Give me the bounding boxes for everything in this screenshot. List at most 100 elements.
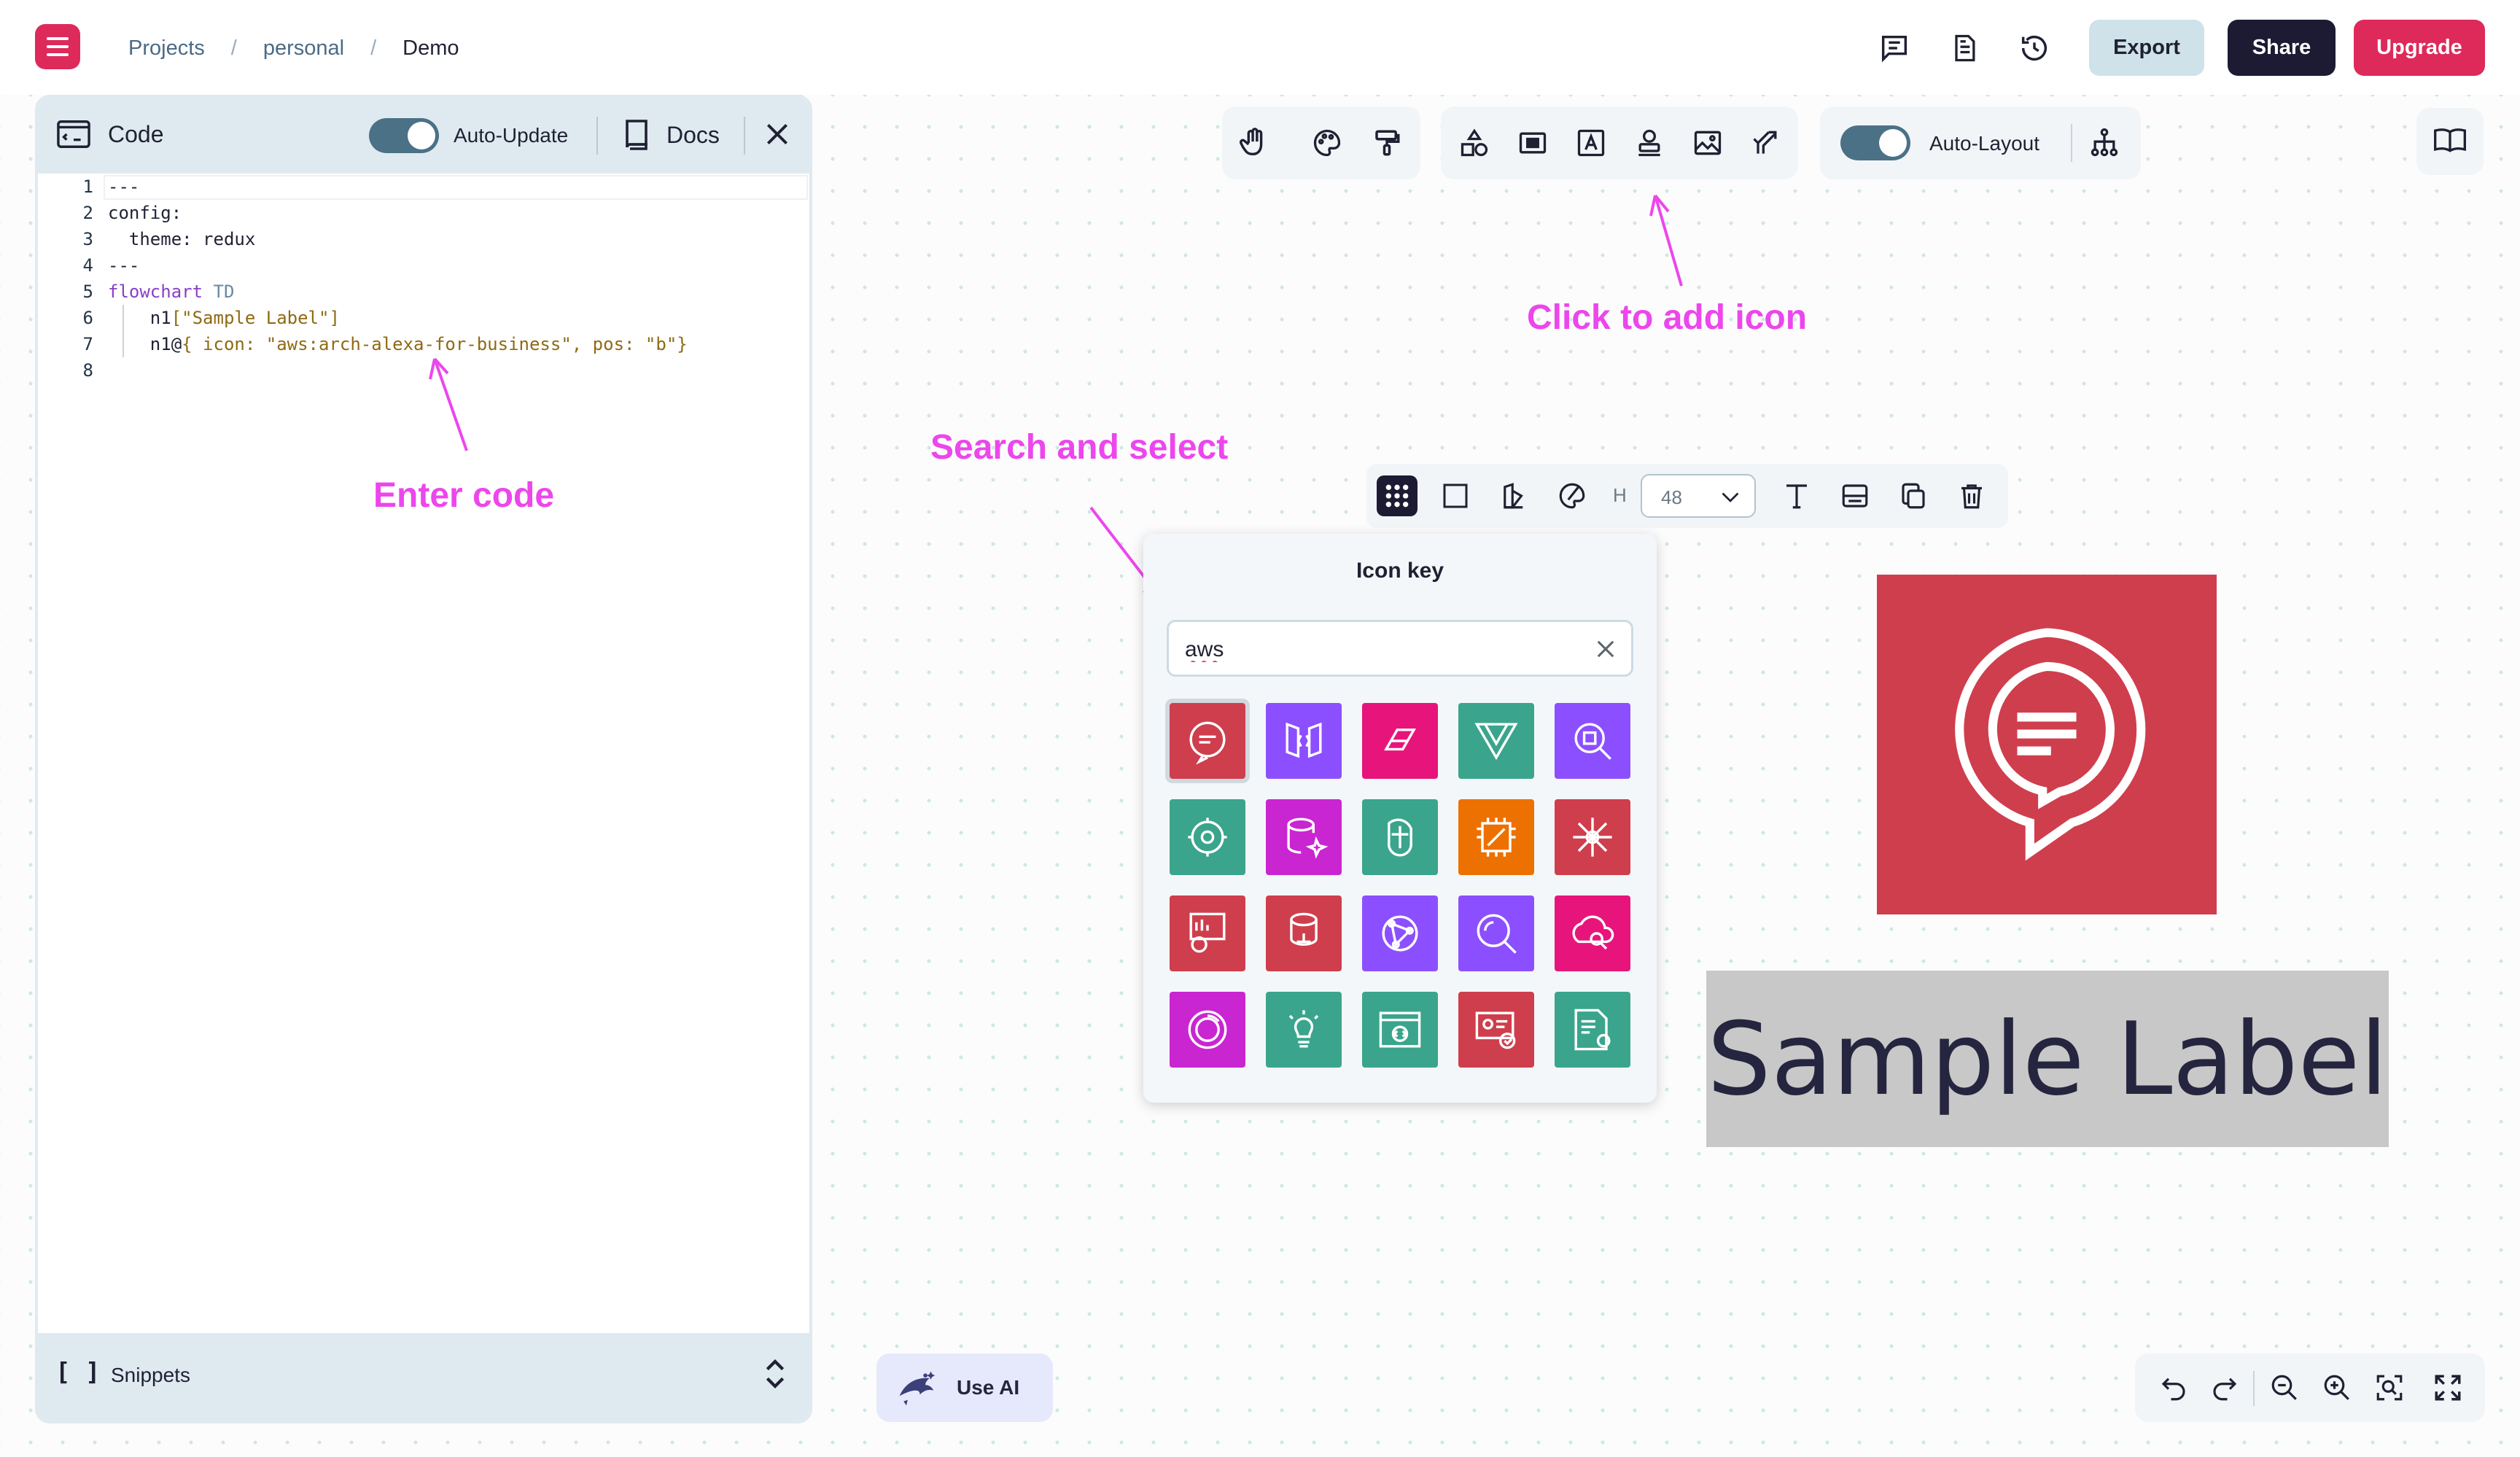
hierarchy-icon[interactable]	[2085, 124, 2123, 162]
lightbulb-icon[interactable]	[1266, 992, 1342, 1068]
copy-icon[interactable]	[1893, 475, 1934, 516]
ring-icon[interactable]	[1170, 992, 1245, 1068]
app-search-icon[interactable]	[1555, 703, 1630, 779]
upgrade-button[interactable]: Upgrade	[2354, 20, 2485, 76]
export-button[interactable]: Export	[2089, 20, 2204, 76]
connector-icon[interactable]	[1747, 124, 1785, 162]
document-bulb-icon[interactable]	[1555, 992, 1630, 1068]
alexa-for-business-icon	[1955, 628, 2146, 861]
app-mesh-icon[interactable]	[1458, 703, 1534, 779]
cloud-search-icon[interactable]	[1555, 895, 1630, 971]
icon-grid-icon[interactable]	[1377, 475, 1418, 516]
auto-update-toggle[interactable]	[369, 118, 439, 153]
add-icon-icon[interactable]	[1630, 124, 1668, 162]
annotation-click-to-add-icon: Click to add icon	[1527, 298, 1808, 337]
auto-layout-label: Auto-Layout	[1929, 132, 2039, 155]
fit-view-icon[interactable]	[2371, 1369, 2408, 1406]
app-flow-icon[interactable]	[1362, 703, 1438, 779]
node-icon[interactable]	[1877, 575, 2217, 914]
label-position-icon[interactable]	[1835, 475, 1875, 516]
code-icon	[57, 120, 90, 152]
main-menu-button[interactable]	[35, 24, 80, 69]
ai-brain-icon[interactable]	[1362, 799, 1438, 875]
code-line: 3 theme: redux	[82, 229, 256, 249]
text-icon[interactable]	[1776, 475, 1817, 516]
icon-key-popup: Icon key	[1143, 534, 1657, 1103]
expand-collapse-icon[interactable]	[763, 1355, 788, 1396]
trash-icon[interactable]	[1951, 475, 1992, 516]
history-icon[interactable]	[2014, 28, 2055, 69]
breadcrumb-separator: /	[370, 36, 377, 60]
fill-style-icon[interactable]	[1493, 475, 1534, 516]
annotation-enter-code: Enter code	[373, 476, 555, 515]
chart-brain-icon[interactable]	[1170, 895, 1245, 971]
burst-icon[interactable]	[1555, 799, 1630, 875]
redo-icon[interactable]	[2206, 1369, 2243, 1406]
use-ai-label: Use AI	[957, 1376, 1020, 1399]
zoom-out-icon[interactable]	[2266, 1369, 2303, 1406]
icon-search-box	[1167, 620, 1633, 677]
format-painter-icon[interactable]	[1368, 124, 1406, 162]
chip-icon[interactable]	[1458, 799, 1534, 875]
square-shape-icon[interactable]	[1435, 475, 1476, 516]
shapes-icon[interactable]	[1455, 124, 1493, 162]
library-book-button[interactable]	[2416, 108, 2484, 175]
code-line: 5 flowchart TD	[82, 281, 235, 302]
annotation-search-and-select: Search and select	[930, 428, 1229, 467]
code-line: 2 config:	[82, 203, 182, 223]
brackets-icon: [ ]	[55, 1358, 101, 1387]
toolbar-group-view	[1222, 106, 1420, 179]
icon-key-title: Icon key	[1356, 559, 1444, 583]
chevron-down-icon	[1719, 487, 1741, 510]
height-label: H	[1613, 484, 1627, 506]
use-ai-button[interactable]: Use AI	[876, 1353, 1053, 1422]
database-sparkle-icon[interactable]	[1266, 799, 1342, 875]
palette-brush-icon[interactable]	[1552, 475, 1592, 516]
palette-icon[interactable]	[1308, 124, 1346, 162]
breadcrumb-separator: /	[230, 36, 237, 60]
code-line: 7 n1@{ icon: "aws:arch-alexa-for-busines…	[82, 334, 688, 354]
snippets-bar[interactable]: [ ] Snippets	[38, 1333, 809, 1421]
zoom-in-icon[interactable]	[2319, 1369, 2355, 1406]
height-select[interactable]: 48	[1641, 474, 1756, 518]
top-header: Projects / personal / Demo Export Share …	[0, 0, 2520, 95]
dolphin-ai-icon	[895, 1368, 936, 1411]
book-icon[interactable]	[623, 118, 652, 154]
database-tree-icon[interactable]	[1266, 895, 1342, 971]
auto-update-label: Auto-Update	[454, 124, 569, 147]
alexa-for-business-icon[interactable]	[1165, 699, 1250, 783]
toolbar-group-insert	[1441, 106, 1798, 179]
auto-layout-toggle[interactable]	[1840, 125, 1910, 160]
snippets-label: Snippets	[111, 1364, 190, 1386]
container-icon[interactable]	[1514, 124, 1552, 162]
docs-button[interactable]: Docs	[666, 122, 720, 149]
brain-gear-icon[interactable]	[1170, 799, 1245, 875]
browser-code-icon[interactable]	[1362, 992, 1438, 1068]
id-card-check-icon[interactable]	[1458, 992, 1534, 1068]
comment-icon[interactable]	[1874, 28, 1915, 69]
code-line: 8	[82, 360, 93, 381]
search-glass-icon[interactable]	[1458, 895, 1534, 971]
hand-pan-icon[interactable]	[1235, 124, 1273, 162]
annotation-arrow	[429, 357, 468, 451]
document-icon[interactable]	[1944, 28, 1985, 69]
clear-icon[interactable]	[1593, 637, 1618, 665]
fullscreen-icon[interactable]	[2430, 1369, 2466, 1406]
annotation-arrow	[1649, 194, 1683, 287]
zoom-controls	[2135, 1353, 2485, 1422]
breadcrumb-demo[interactable]: Demo	[402, 36, 459, 61]
text-box-icon[interactable]	[1572, 124, 1610, 162]
icon-search-input[interactable]	[1185, 635, 1579, 664]
toolbar-group-layout: Auto-Layout	[1820, 106, 2141, 179]
share-button[interactable]: Share	[2228, 20, 2336, 76]
image-icon[interactable]	[1689, 124, 1727, 162]
api-gateway-icon[interactable]	[1266, 703, 1342, 779]
open-book-icon	[2432, 125, 2468, 158]
undo-icon[interactable]	[2155, 1369, 2192, 1406]
breadcrumb-personal[interactable]: personal	[263, 36, 344, 61]
globe-network-icon[interactable]	[1362, 895, 1438, 971]
close-icon[interactable]	[764, 121, 790, 151]
code-panel-title: Code	[108, 121, 164, 147]
node-label[interactable]: Sample Label	[1706, 971, 2389, 1147]
breadcrumb-projects[interactable]: Projects	[128, 36, 205, 61]
